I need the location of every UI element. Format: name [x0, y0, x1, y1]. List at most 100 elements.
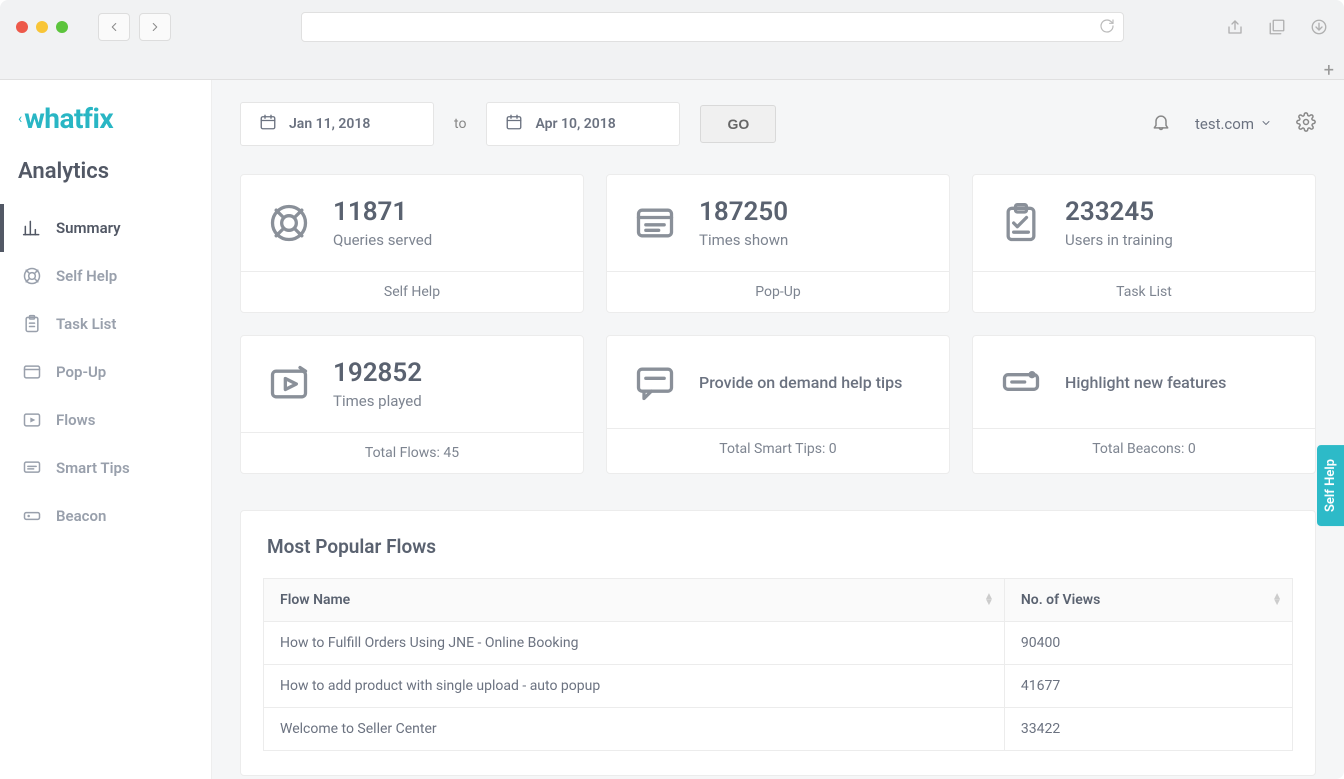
card-value: 233245 — [1065, 197, 1173, 227]
cell-views: 41677 — [1004, 665, 1292, 708]
account-name: test.com — [1195, 115, 1254, 133]
refresh-icon[interactable] — [1099, 18, 1115, 38]
chart-icon — [22, 218, 42, 238]
date-separator: to — [454, 116, 466, 132]
flows-table: Flow Name ▲▼ No. of Views ▲▼ How to Fulf… — [263, 578, 1293, 751]
card-popup[interactable]: 187250 Times shown Pop-Up — [606, 174, 950, 313]
sort-icon: ▲▼ — [1272, 594, 1282, 606]
card-selfhelp[interactable]: 11871 Queries served Self Help — [240, 174, 584, 313]
window-icon — [22, 362, 42, 382]
card-label: Times shown — [699, 231, 788, 249]
card-footer: Task List — [973, 271, 1315, 312]
window-controls — [16, 21, 68, 33]
sidebar-item-label: Summary — [56, 219, 121, 237]
play-icon — [22, 410, 42, 430]
summary-cards: 11871 Queries served Self Help 187250 Ti… — [240, 174, 1316, 474]
sidebar-item-selfhelp[interactable]: Self Help — [0, 252, 211, 300]
maximize-window-button[interactable] — [56, 21, 68, 33]
chevron-down-icon — [1260, 115, 1272, 133]
sidebar-item-label: Flows — [56, 411, 95, 429]
sort-icon: ▲▼ — [984, 594, 994, 606]
logo[interactable]: ‹ whatfix — [0, 96, 211, 149]
beacon-icon — [999, 360, 1043, 404]
table-row[interactable]: How to Fulfill Orders Using JNE - Online… — [264, 622, 1293, 665]
bell-icon[interactable] — [1151, 112, 1171, 136]
chevron-left-icon: ‹ — [18, 111, 22, 127]
lifebuoy-icon — [267, 201, 311, 245]
browser-chrome: + — [0, 0, 1344, 80]
cell-views: 33422 — [1004, 708, 1292, 751]
card-footer: Total Beacons: 0 — [973, 428, 1315, 469]
calendar-icon — [259, 113, 277, 135]
sidebar-title: Analytics — [0, 149, 211, 204]
cell-flowname: How to Fulfill Orders Using JNE - Online… — [264, 622, 1005, 665]
sidebar-item-label: Pop-Up — [56, 363, 106, 381]
sidebar-item-summary[interactable]: Summary — [0, 204, 211, 252]
calendar-icon — [505, 113, 523, 135]
card-label: Queries served — [333, 231, 432, 249]
back-button[interactable] — [98, 13, 130, 41]
sidebar-item-beacon[interactable]: Beacon — [0, 492, 211, 540]
tabs-icon[interactable] — [1268, 18, 1286, 36]
chat-icon — [633, 360, 677, 404]
card-footer: Self Help — [241, 271, 583, 312]
lifebuoy-icon — [22, 266, 42, 286]
cell-views: 90400 — [1004, 622, 1292, 665]
card-label: Times played — [333, 392, 422, 410]
date-range-bar: Jan 11, 2018 to Apr 10, 2018 GO test.com — [240, 102, 1316, 146]
account-dropdown[interactable]: test.com — [1195, 115, 1272, 133]
sidebar-item-label: Smart Tips — [56, 459, 130, 477]
card-tasklist[interactable]: 233245 Users in training Task List — [972, 174, 1316, 313]
card-footer: Total Smart Tips: 0 — [607, 428, 949, 469]
go-button[interactable]: GO — [700, 105, 776, 143]
sidebar-item-label: Task List — [56, 315, 116, 333]
sidebar-item-label: Self Help — [56, 267, 117, 285]
downloads-icon[interactable] — [1310, 18, 1328, 36]
card-value: 187250 — [699, 197, 788, 227]
main-content: Jan 11, 2018 to Apr 10, 2018 GO test.com — [212, 80, 1344, 779]
share-icon[interactable] — [1226, 18, 1244, 36]
cell-flowname: How to add product with single upload - … — [264, 665, 1005, 708]
date-to-input[interactable]: Apr 10, 2018 — [486, 102, 680, 146]
card-footer: Pop-Up — [607, 271, 949, 312]
card-flows[interactable]: 192852 Times played Total Flows: 45 — [240, 335, 584, 474]
sidebar-item-tasklist[interactable]: Task List — [0, 300, 211, 348]
column-header-flowname[interactable]: Flow Name ▲▼ — [264, 579, 1005, 622]
play-icon — [267, 362, 311, 406]
date-to-value: Apr 10, 2018 — [535, 116, 615, 132]
sidebar-item-smarttips[interactable]: Smart Tips — [0, 444, 211, 492]
card-value: 192852 — [333, 358, 422, 388]
clipboard-icon — [22, 314, 42, 334]
popular-flows-section: Most Popular Flows Flow Name ▲▼ No. of V… — [240, 510, 1316, 776]
url-bar[interactable] — [301, 12, 1124, 42]
sidebar: ‹ whatfix Analytics Summary Self Help Ta… — [0, 80, 212, 779]
sidebar-item-label: Beacon — [56, 507, 106, 525]
column-header-views[interactable]: No. of Views ▲▼ — [1004, 579, 1292, 622]
table-row[interactable]: Welcome to Seller Center 33422 — [264, 708, 1293, 751]
clipboard-icon — [999, 201, 1043, 245]
card-beacons[interactable]: Highlight new features Total Beacons: 0 — [972, 335, 1316, 474]
gear-icon[interactable] — [1296, 112, 1316, 136]
card-value: 11871 — [333, 197, 432, 227]
window-icon — [633, 201, 677, 245]
close-window-button[interactable] — [16, 21, 28, 33]
selfhelp-tab[interactable]: Self Help — [1317, 445, 1344, 526]
date-from-input[interactable]: Jan 11, 2018 — [240, 102, 434, 146]
logo-text: whatfix — [24, 102, 113, 135]
section-title: Most Popular Flows — [263, 535, 1293, 558]
table-row[interactable]: How to add product with single upload - … — [264, 665, 1293, 708]
card-text: Highlight new features — [1065, 373, 1226, 392]
beacon-icon — [22, 506, 42, 526]
minimize-window-button[interactable] — [36, 21, 48, 33]
forward-button[interactable] — [139, 13, 171, 41]
card-footer: Total Flows: 45 — [241, 432, 583, 473]
card-text: Provide on demand help tips — [699, 373, 902, 392]
new-tab-button[interactable]: + — [1324, 60, 1334, 81]
sidebar-item-flows[interactable]: Flows — [0, 396, 211, 444]
card-label: Users in training — [1065, 231, 1173, 249]
date-from-value: Jan 11, 2018 — [289, 116, 370, 132]
chat-icon — [22, 458, 42, 478]
sidebar-item-popup[interactable]: Pop-Up — [0, 348, 211, 396]
cell-flowname: Welcome to Seller Center — [264, 708, 1005, 751]
card-smarttips[interactable]: Provide on demand help tips Total Smart … — [606, 335, 950, 474]
